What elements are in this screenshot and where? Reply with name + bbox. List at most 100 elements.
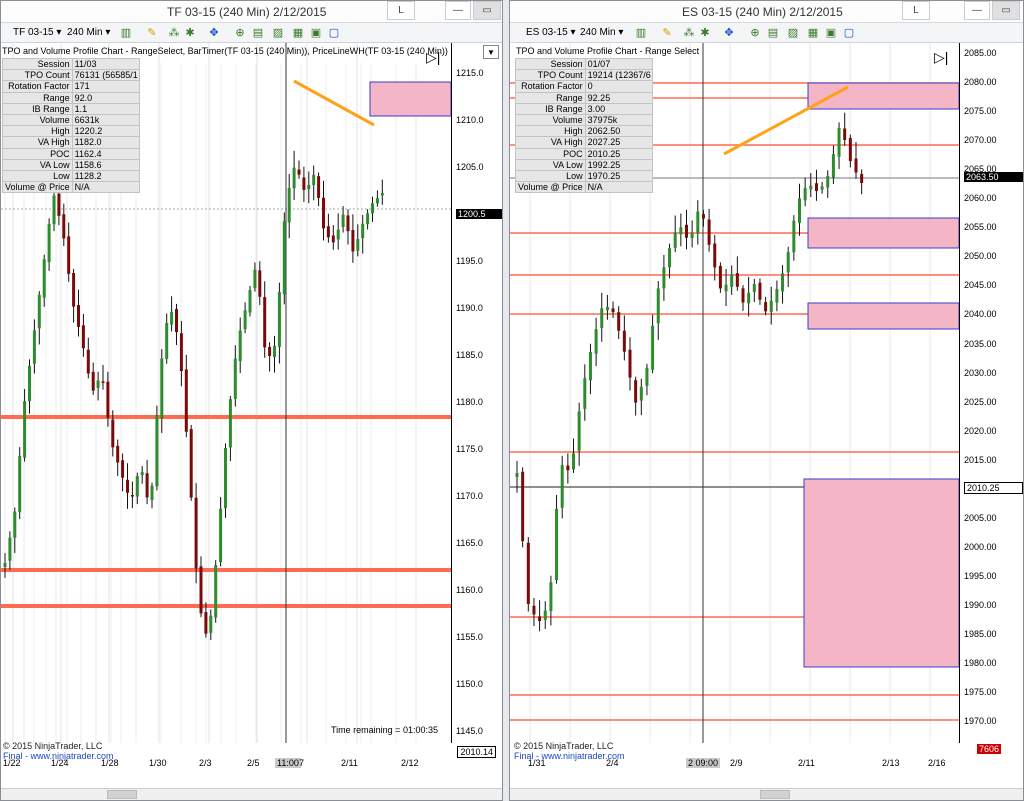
right-minimize-button[interactable]: — — [964, 1, 990, 20]
crosshair-icon[interactable]: ✥ — [207, 26, 221, 40]
left-time-remaining: Time remaining = 01:00:35 — [331, 725, 438, 735]
image-icon[interactable]: ▨ — [271, 26, 285, 40]
candle-up — [273, 345, 276, 357]
left-titlebar: TF 03-15 (240 Min) 2/12/2015 L — ▭ — [1, 1, 502, 23]
price-tick-label: 1975.00 — [964, 687, 997, 698]
candle-up — [13, 511, 17, 538]
date-tick-label: 2/4 — [606, 758, 619, 768]
candle-up — [583, 378, 587, 409]
candle-down — [685, 224, 688, 238]
indicator-icon[interactable]: ⁂ — [167, 26, 181, 40]
copy-icon[interactable]: ▣ — [309, 26, 323, 40]
image-icon[interactable]: ▨ — [786, 26, 800, 40]
indicator-icon[interactable]: ⁂ — [682, 26, 696, 40]
data-box-icon[interactable]: ▦ — [806, 26, 820, 40]
right-interval-selector[interactable]: 240 Min ▾ — [580, 26, 623, 40]
copy-icon[interactable]: ▣ — [824, 26, 838, 40]
date-tick-label: 1/30 — [149, 758, 167, 768]
left-instrument-selector[interactable]: TF 03-15 ▾ — [13, 26, 61, 40]
left-scroll-thumb[interactable] — [107, 790, 137, 799]
bar-type-icon[interactable]: ▥ — [119, 26, 133, 40]
strategy-icon[interactable]: ✱ — [698, 26, 712, 40]
candle-up — [826, 175, 830, 188]
candle-up — [253, 269, 257, 289]
tpo-value: 1.1 — [71, 102, 140, 115]
candle-up — [515, 473, 519, 477]
left-maximize-button[interactable]: ▭ — [473, 1, 501, 20]
left-scrollbar[interactable] — [1, 788, 502, 800]
crosshair-icon[interactable]: ✥ — [722, 26, 736, 40]
left-minimize-button[interactable]: — — [445, 1, 471, 20]
candle-up — [52, 195, 56, 225]
left-range-select-icon[interactable]: ▷| — [426, 49, 440, 66]
zoom-icon[interactable]: ⊕ — [233, 26, 247, 40]
tpo-key: POC — [515, 147, 586, 160]
tpo-key: VA Low — [515, 158, 586, 171]
candle-up — [656, 288, 660, 324]
data-box-icon[interactable]: ▦ — [291, 26, 305, 40]
right-layout-button[interactable]: L — [902, 1, 930, 20]
candle-down — [116, 445, 120, 463]
draw-pencil-icon[interactable]: ✎ — [145, 26, 159, 40]
right-scrollbar[interactable] — [510, 788, 1023, 800]
candle-up — [769, 300, 773, 312]
left-chart-window: TF 03-15 (240 Min) 2/12/2015 L — ▭ TF 03… — [0, 0, 503, 801]
left-interval-selector[interactable]: 240 Min ▾ — [67, 26, 110, 40]
tpo-row: TPO Count 76131 (56585/1 — [2, 69, 140, 82]
window-icon[interactable]: ▢ — [327, 26, 341, 40]
tpo-row: VA Low 1992.25 — [515, 158, 653, 171]
tpo-key: Low — [515, 169, 586, 183]
left-layout-button[interactable]: L — [387, 1, 415, 20]
right-maximize-button[interactable]: ▭ — [992, 1, 1020, 20]
candle-up — [549, 582, 553, 612]
window-icon[interactable]: ▢ — [842, 26, 856, 40]
price-tick-label: 1205.0 — [456, 162, 484, 172]
right-price-axis[interactable]: 2085.00 2080.00 2075.00 2070.00 2065.00 2060.… — [959, 43, 1023, 743]
tpo-row: High 1220.2 — [2, 125, 140, 138]
left-panel-dropdown[interactable]: ▼ — [483, 45, 499, 59]
date-tick-label: 1/31 — [528, 758, 546, 768]
tpo-value: 1128.2 — [71, 169, 140, 183]
bar-type-icon[interactable]: ▥ — [634, 26, 648, 40]
candle-down — [351, 230, 355, 252]
date-tick-label: 1/28 — [101, 758, 119, 768]
date-tick-label: 2/5 — [247, 758, 260, 768]
candle-down — [538, 616, 542, 622]
date-tick-label: 2/9 — [730, 758, 743, 768]
candle-down — [634, 380, 638, 403]
candle-up — [140, 472, 144, 476]
candle-down — [72, 273, 76, 307]
price-tick-label: 1170.0 — [456, 491, 483, 501]
price-tick-label: 1970.00 — [964, 716, 997, 727]
candle-up — [135, 475, 139, 497]
candle-down — [326, 226, 330, 238]
strategy-icon[interactable]: ✱ — [183, 26, 197, 40]
tpo-value: 171 — [71, 80, 140, 93]
candle-down — [718, 265, 722, 289]
candle-up — [150, 485, 154, 501]
candle-down — [77, 305, 80, 327]
date-tick-label: 2/11 — [341, 758, 358, 768]
tpo-value: 1220.2 — [71, 125, 140, 138]
right-scroll-thumb[interactable] — [760, 790, 790, 799]
candle-up — [371, 203, 374, 214]
zoom-icon[interactable]: ⊕ — [748, 26, 762, 40]
tpo-value: 1992.25 — [584, 158, 653, 171]
price-tick-label: 2070.00 — [964, 135, 997, 146]
candle-down — [628, 349, 632, 378]
candle-up — [668, 248, 672, 268]
properties-icon[interactable]: ▤ — [766, 26, 780, 40]
demand-zone — [807, 217, 959, 249]
left-price-axis[interactable]: 1215.0 1210.0 1205.0 1200.5 1195.0 1190.0 1185… — [451, 43, 502, 743]
tpo-value: 6631k — [71, 113, 140, 127]
price-tick-label: 1155.0 — [456, 632, 483, 642]
candle-up — [312, 174, 316, 185]
candle-down — [346, 215, 350, 232]
price-tick-label: 2040.00 — [964, 309, 997, 320]
properties-icon[interactable]: ▤ — [251, 26, 265, 40]
right-instrument-selector[interactable]: ES 03-15 ▾ — [526, 26, 576, 40]
right-range-select-icon[interactable]: ▷| — [934, 49, 948, 66]
candle-down — [194, 497, 198, 569]
draw-pencil-icon[interactable]: ✎ — [660, 26, 674, 40]
price-tick-label: 2035.00 — [964, 338, 997, 349]
